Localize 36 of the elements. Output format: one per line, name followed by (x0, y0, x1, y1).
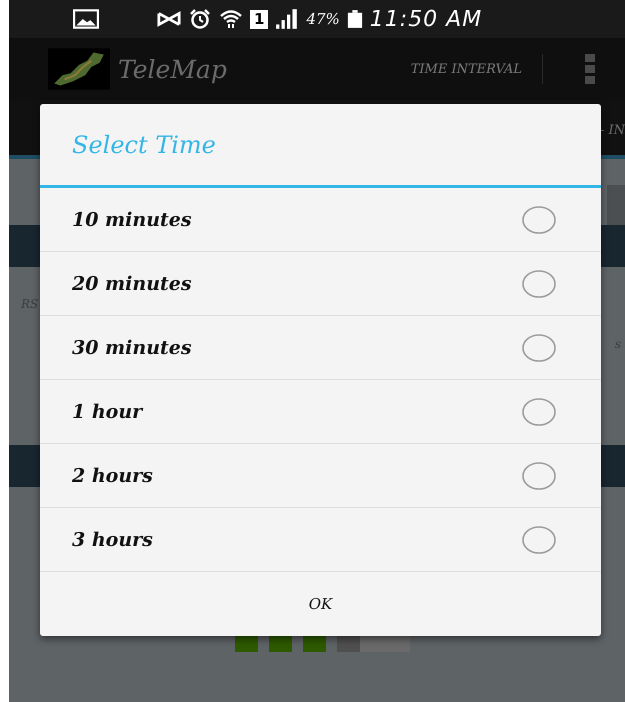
time-option[interactable]: 3 hours (40, 508, 601, 572)
level-block (268, 635, 292, 652)
radio-button[interactable] (521, 524, 557, 554)
level-block (234, 635, 258, 652)
radio-button[interactable] (521, 460, 557, 490)
dialog-title: Select Time (40, 104, 601, 188)
time-option[interactable]: 20 minutes (40, 252, 601, 316)
wifi-icon (219, 9, 243, 29)
option-label: 10 minutes (72, 208, 192, 230)
alarm-icon (188, 9, 212, 29)
ok-button[interactable]: OK (40, 572, 601, 636)
sim-badge: 1 (250, 10, 268, 28)
time-interval-button[interactable]: TIME INTERVAL (390, 58, 542, 80)
picture-icon (73, 9, 99, 29)
level-block (302, 635, 326, 652)
option-label: 3 hours (72, 528, 153, 550)
side-panel (607, 185, 625, 225)
radio-button[interactable] (521, 332, 557, 362)
battery-icon (346, 9, 363, 29)
battery-percent: 47% (306, 10, 340, 28)
time-option[interactable]: 30 minutes (40, 316, 601, 380)
app-title: TeleMap (118, 54, 227, 84)
time-option[interactable]: 1 hour (40, 380, 601, 444)
time-option[interactable]: 10 minutes (40, 188, 601, 252)
clock-time: 11:50 AM (370, 6, 482, 32)
option-label: 20 minutes (72, 272, 192, 294)
radio-button[interactable] (521, 268, 557, 298)
signal-icon (275, 9, 300, 29)
map-logo-icon (48, 48, 110, 90)
radio-button[interactable] (521, 204, 557, 234)
option-label: 1 hour (72, 400, 142, 422)
time-option[interactable]: 2 hours (40, 444, 601, 508)
option-label: 2 hours (72, 464, 153, 486)
radio-button[interactable] (521, 396, 557, 426)
option-label: 30 minutes (72, 336, 192, 358)
menu-icon[interactable] (585, 54, 595, 84)
